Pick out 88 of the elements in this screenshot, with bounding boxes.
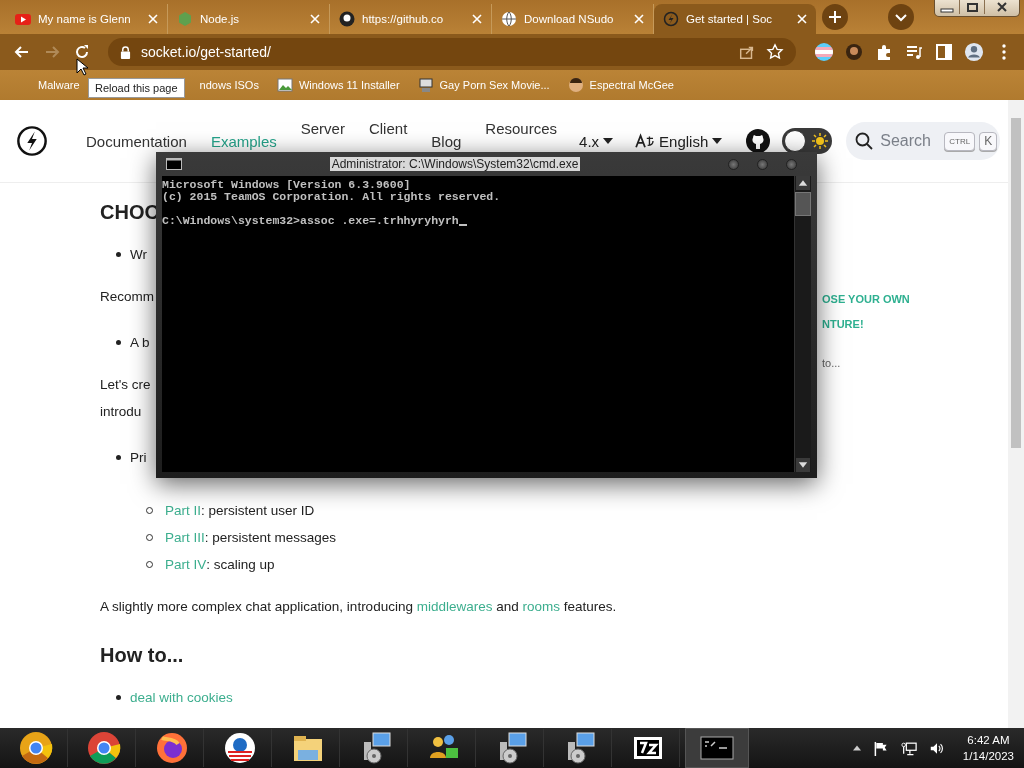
version-dropdown[interactable]: 4.x: [579, 131, 614, 151]
caret-icon: [603, 138, 614, 144]
bullet-icon: [116, 252, 121, 257]
bookmark[interactable]: Windows 11 Installer: [276, 77, 400, 93]
body-text: Recomm: [100, 288, 154, 306]
body-text: Wr: [130, 246, 147, 264]
body-text: introdu: [100, 403, 142, 421]
nav-link[interactable]: Documentation: [86, 132, 187, 150]
body-text: : persistent user ID: [201, 502, 315, 520]
body-text: A b: [130, 334, 150, 352]
console-icon[interactable]: [685, 728, 749, 768]
section-heading: How to...: [100, 643, 184, 668]
bullet-icon: [116, 340, 121, 345]
flag-icon[interactable]: [872, 740, 889, 756]
show-hidden-icon[interactable]: [852, 745, 861, 751]
body-text: Pri: [130, 449, 147, 467]
logo-icon[interactable]: [16, 125, 48, 157]
text-cursor: [458, 224, 467, 226]
text-link[interactable]: deal with cookies: [130, 684, 233, 711]
keyboard-key: CTRL: [944, 131, 976, 151]
translate-icon: [635, 133, 656, 149]
window-title: Administrator: C:\Windows\System32\cmd.exe: [329, 157, 581, 171]
bolt-icon: [663, 11, 679, 27]
tooltip: Reload this page: [88, 78, 185, 98]
sun-icon: [812, 133, 829, 149]
text-link[interactable]: rooms: [522, 593, 560, 620]
bookmark[interactable]: Gay Porn Sex Movie...: [417, 77, 550, 93]
body-text: A slightly more complex chat application, introducing: [100, 598, 414, 616]
body-text: : persistent messages: [204, 529, 337, 547]
body-text: : scaling up: [206, 556, 275, 574]
avatar-icon: [567, 77, 584, 93]
close-icon[interactable]: [148, 14, 158, 24]
profile-icon[interactable]: [964, 42, 984, 62]
search-field[interactable]: Search: [878, 131, 941, 151]
network-icon[interactable]: [900, 740, 917, 756]
video-play-icon: [15, 11, 31, 27]
body-text: Let's cre: [100, 376, 151, 394]
bullet-icon: [116, 455, 121, 460]
close-icon[interactable]: [797, 14, 807, 24]
flag-extension-icon[interactable]: [814, 42, 834, 62]
bookmark[interactable]: Espectral McGee: [567, 77, 674, 93]
close-icon[interactable]: [310, 14, 320, 24]
mouse-cursor-icon: [76, 58, 88, 76]
language-dropdown[interactable]: English: [635, 131, 723, 151]
new-tab-icon[interactable]: [822, 4, 848, 30]
star-icon[interactable]: [766, 43, 784, 61]
theme-toggle[interactable]: [782, 128, 833, 154]
close-icon[interactable]: [634, 14, 644, 24]
bookmark[interactable]: ndows ISOs: [199, 79, 259, 91]
scrollbar-thumb[interactable]: [795, 192, 811, 216]
image-icon: [276, 77, 293, 93]
browser-tab[interactable]: Get started | Soc: [654, 4, 816, 34]
scroll-down-button[interactable]: [795, 458, 811, 472]
clock[interactable]: 6:42 AM 1/14/2023: [962, 732, 1014, 764]
hexagon-icon: [177, 11, 193, 27]
tab-search-icon[interactable]: [888, 4, 914, 30]
body-text: and: [495, 598, 520, 616]
avatar-extension-icon[interactable]: [844, 42, 864, 62]
bullet-icon: [116, 695, 121, 700]
caret-icon: [712, 138, 723, 144]
globe-icon: [501, 11, 517, 27]
computer-icon: [417, 77, 434, 93]
keyboard-key: K: [979, 131, 998, 151]
sidebar-link[interactable]: NTURE!: [822, 315, 910, 333]
scrollbar-thumb[interactable]: [1011, 118, 1021, 448]
nav-link[interactable]: Resources: [485, 119, 558, 137]
nav-link[interactable]: Blog: [431, 132, 462, 150]
text-link[interactable]: middlewares: [416, 593, 493, 620]
close-icon[interactable]: [472, 14, 482, 24]
bookmark[interactable]: Malware: [38, 79, 80, 91]
nav-link[interactable]: Client: [368, 119, 408, 137]
console-text: (c) 2015 TeamOS Corporation. All rights reserved.: [162, 191, 501, 203]
text-link[interactable]: Part III: [165, 524, 205, 551]
text-link[interactable]: Part II: [165, 497, 201, 524]
console-icon: [166, 158, 182, 170]
minimize-button[interactable]: [728, 158, 739, 170]
console-text: Microsoft Windows [Version 6.3.9600]: [162, 179, 411, 191]
nav-link[interactable]: Examples: [210, 132, 277, 150]
lock-icon: [120, 45, 131, 59]
side-panel-icon[interactable]: [934, 42, 954, 62]
nav-link[interactable]: Server: [300, 119, 345, 137]
search-icon: [854, 131, 875, 151]
sidebar-text: to...: [822, 356, 842, 371]
sidebar-link[interactable]: OSE YOUR OWN: [822, 290, 910, 308]
address-bar[interactable]: socket.io/get-started/: [108, 38, 796, 66]
body-text: features.: [562, 598, 617, 616]
scroll-up-button[interactable]: [795, 176, 811, 190]
console-text: C:\Windows\system32>assoc .exe=.trhhyryhyrh: [162, 215, 459, 227]
